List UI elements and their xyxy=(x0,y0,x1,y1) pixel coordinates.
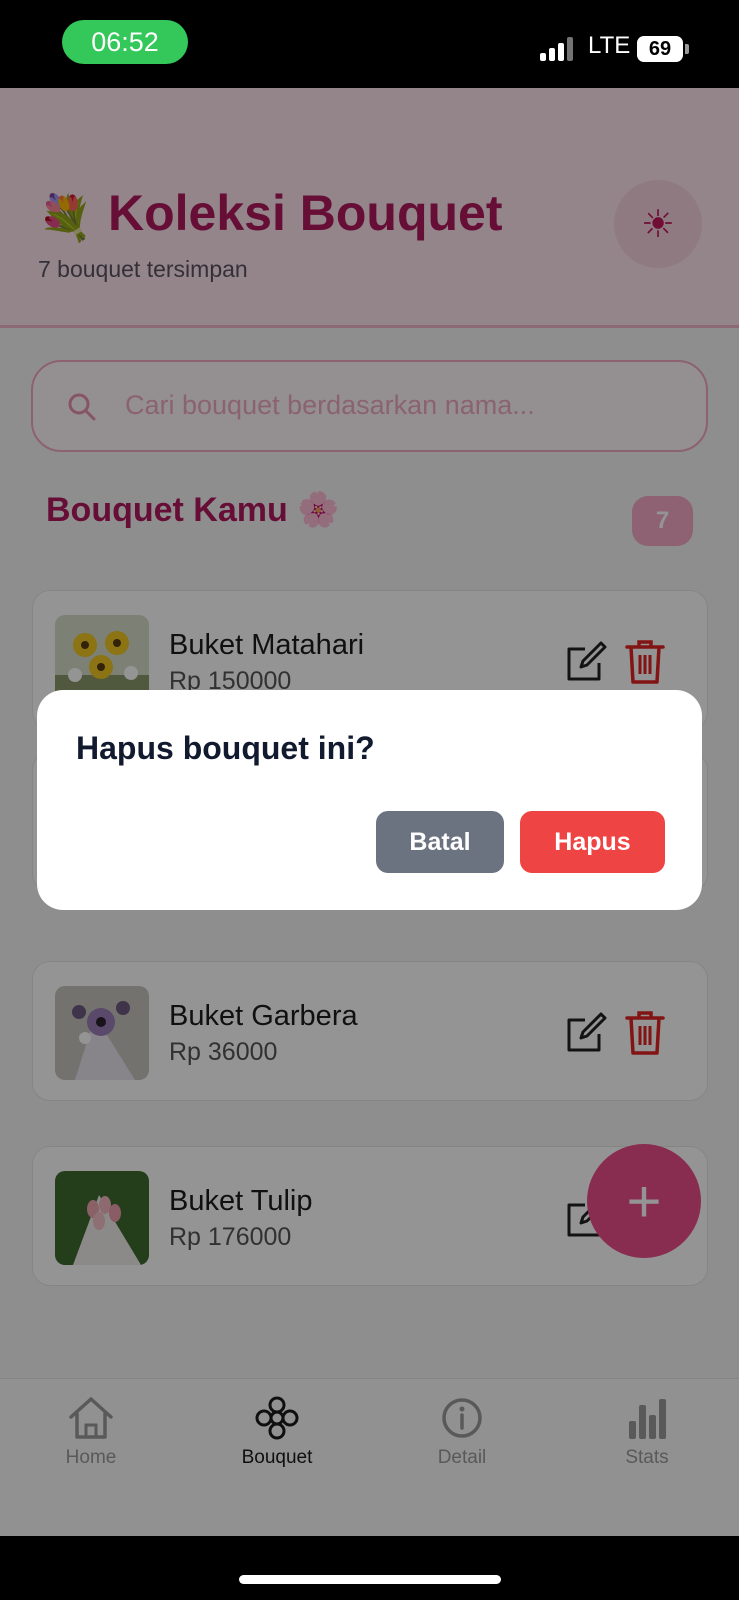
home-indicator[interactable] xyxy=(239,1575,501,1584)
signal-icon xyxy=(540,37,578,61)
cancel-button[interactable]: Batal xyxy=(376,811,504,873)
confirm-delete-button[interactable]: Hapus xyxy=(520,811,665,873)
battery-tip xyxy=(685,44,689,54)
status-time: 06:52 xyxy=(62,20,188,64)
network-type: LTE xyxy=(588,32,631,59)
status-bar: 06:52 LTE 69 xyxy=(0,0,739,88)
confirm-delete-dialog: Hapus bouquet ini? Batal Hapus xyxy=(37,690,702,910)
home-indicator-area xyxy=(0,1536,739,1600)
battery-icon: 69 xyxy=(637,36,683,62)
dialog-title: Hapus bouquet ini? xyxy=(76,730,375,766)
